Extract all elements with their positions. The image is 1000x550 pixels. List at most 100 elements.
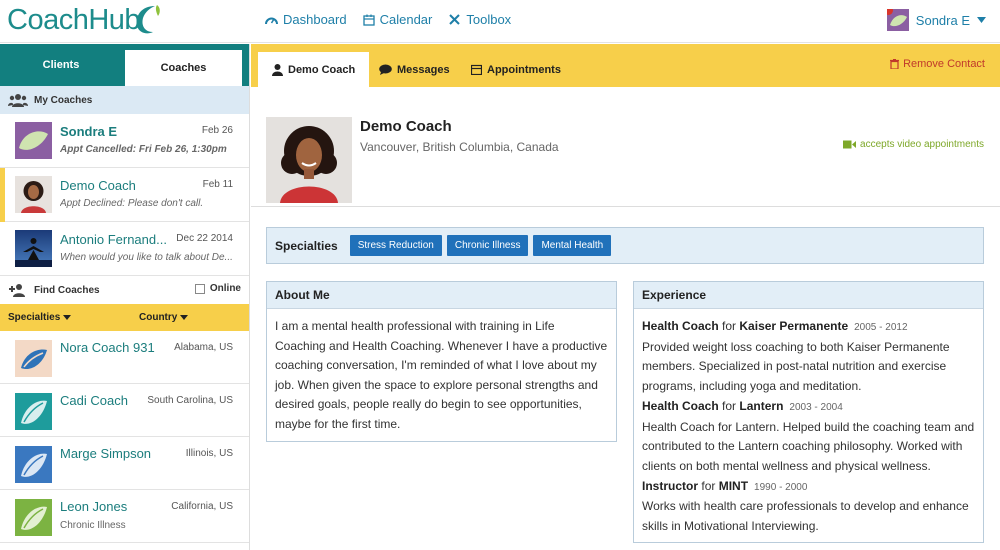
video-camera-icon (843, 140, 857, 149)
sidebar-tabs: Clients Coaches (0, 44, 249, 86)
find-coach-item[interactable]: Marge Simpson Illinois, US (0, 437, 249, 490)
coach-name: Nora Coach 931 (60, 340, 155, 355)
experience-role: Health Coach (642, 398, 719, 413)
experience-item: Health Coach for Lantern 2003 - 2004 Heal… (642, 397, 975, 477)
tab-clients[interactable]: Clients (0, 44, 122, 86)
coach-avatar (15, 499, 52, 536)
nav-dashboard-label: Dashboard (283, 12, 347, 27)
user-avatar (886, 9, 909, 31)
experience-role: Instructor (642, 478, 699, 493)
remove-contact-label: Remove Contact (903, 58, 985, 70)
app-logo[interactable]: CoachHub (7, 4, 141, 37)
online-checkbox[interactable] (194, 283, 205, 294)
coach-list-item[interactable]: Sondra E Feb 26 Appt Cancelled: Fri Feb … (0, 114, 249, 168)
specialties-label: Specialties (275, 238, 338, 253)
coach-list-item-selected[interactable]: Demo Coach Feb 11 Appt Declined: Please … (0, 168, 249, 222)
experience-description: Provided weight loss coaching to both Ka… (642, 339, 950, 394)
coach-location: South Carolina, US (147, 395, 233, 406)
chat-icon (379, 64, 392, 75)
country-filter[interactable]: Country (139, 312, 189, 323)
experience-years: 1990 - 2000 (754, 481, 808, 493)
experience-for: for (701, 478, 716, 493)
caret-down-icon (63, 315, 72, 320)
tab-appointments-label: Appointments (487, 63, 561, 76)
profile-header: Demo Coach Vancouver, British Columbia, … (251, 87, 1000, 207)
coach-location: Alabama, US (174, 342, 233, 353)
coach-location: Illinois, US (185, 448, 233, 459)
tab-demo-coach[interactable]: Demo Coach (258, 52, 370, 87)
nav-calendar-label: Calendar (379, 12, 433, 27)
specialties-filter[interactable]: Specialties (8, 312, 72, 323)
toolbox-icon (449, 14, 461, 25)
coach-filters: Specialties Country (0, 304, 249, 331)
experience-role: Health Coach (642, 319, 719, 333)
calendar-icon (471, 64, 482, 75)
coach-avatar (15, 122, 52, 159)
tab-coaches[interactable]: Coaches (125, 50, 242, 86)
nav-toolbox-label: Toolbox (466, 12, 512, 27)
trash-icon (890, 59, 900, 69)
experience-years: 2005 - 2012 (854, 322, 908, 333)
top-bar: CoachHub Dashboard Calendar Toolbox Sond… (0, 0, 1000, 43)
experience-description: Health Coach for Lantern. Helped build t… (642, 419, 975, 473)
coach-date: Dec 22 2014 (176, 233, 233, 244)
nav-toolbox[interactable]: Toolbox (448, 12, 511, 27)
find-coach-item[interactable]: Leon Jones California, US Chronic Illnes… (0, 490, 249, 543)
group-icon (8, 94, 28, 107)
experience-for: for (722, 398, 737, 413)
remove-contact-button[interactable]: Remove Contact (890, 58, 985, 70)
coach-list-item[interactable]: Antonio Fernand... Dec 22 2014 When woul… (0, 222, 249, 276)
specialty-tag[interactable]: Stress Reduction (349, 235, 442, 256)
country-filter-label: Country (139, 312, 178, 323)
my-coaches-header: My Coaches (0, 86, 249, 114)
video-appointments-indicator: accepts video appointments (843, 139, 984, 150)
video-appointments-label: accepts video appointments (860, 139, 984, 150)
contact-tabs: Demo Coach Messages Appointments Remove … (251, 44, 1000, 87)
nav-calendar[interactable]: Calendar (362, 12, 433, 27)
experience-list: Health Coach for Kaiser Permanente 2005 -… (634, 309, 983, 545)
about-me-text: I am a mental health professional with t… (275, 319, 608, 431)
user-menu[interactable]: Sondra E (886, 9, 986, 31)
about-me-title: About Me (267, 282, 616, 309)
online-filter[interactable]: Online (194, 283, 241, 294)
experience-for: for (722, 319, 737, 333)
experience-title: Experience (634, 282, 983, 309)
coach-avatar (15, 446, 52, 483)
find-coach-item[interactable]: Cadi Coach South Carolina, US (0, 384, 249, 437)
coach-name: Demo Coach (60, 178, 136, 193)
find-coach-item[interactable]: Nora Coach 931 Alabama, US (0, 331, 249, 384)
tab-messages[interactable]: Messages (379, 52, 450, 87)
profile-name: Demo Coach (360, 118, 452, 135)
online-label: Online (209, 283, 241, 294)
my-coaches-label: My Coaches (34, 94, 93, 106)
dashboard-icon (265, 17, 278, 24)
coach-note: Appt Cancelled: Fri Feb 26, 1:30pm (60, 144, 227, 155)
user-name: Sondra E (915, 12, 970, 28)
specialty-tag[interactable]: Mental Health (533, 235, 612, 256)
main-nav: Dashboard Calendar Toolbox (265, 12, 511, 27)
tab-appointments[interactable]: Appointments (471, 52, 561, 87)
coach-name: Antonio Fernand... (60, 232, 167, 247)
find-coaches-label: Find Coaches (34, 284, 100, 296)
nav-dashboard[interactable]: Dashboard (265, 12, 347, 27)
caret-down-icon (180, 315, 189, 320)
profile-location: Vancouver, British Columbia, Canada (360, 140, 559, 154)
coach-date: Feb 11 (202, 179, 233, 190)
coach-name: Sondra E (60, 124, 118, 139)
main-panel: Demo Coach Messages Appointments Remove … (251, 44, 1000, 550)
specialty-tag[interactable]: Chronic Illness (446, 235, 529, 256)
coach-avatar (15, 230, 52, 267)
coach-location: California, US (171, 501, 233, 512)
experience-panel: Experience Health Coach for Kaiser Perma… (633, 281, 984, 543)
experience-org: Lantern (739, 398, 784, 413)
coach-name: Marge Simpson (60, 446, 152, 461)
coach-name: Cadi Coach (60, 393, 128, 408)
experience-description: Works with health care professionals to … (642, 499, 969, 534)
experience-years: 2003 - 2004 (789, 401, 843, 413)
coach-avatar (15, 340, 52, 377)
find-coaches-header: Find Coaches Online (0, 276, 249, 304)
profile-photo (266, 117, 352, 203)
experience-item: Instructor for MINT 1990 - 2000 Works wit… (642, 477, 975, 537)
logo-mark-icon (136, 5, 160, 34)
tab-messages-label: Messages (397, 63, 450, 76)
